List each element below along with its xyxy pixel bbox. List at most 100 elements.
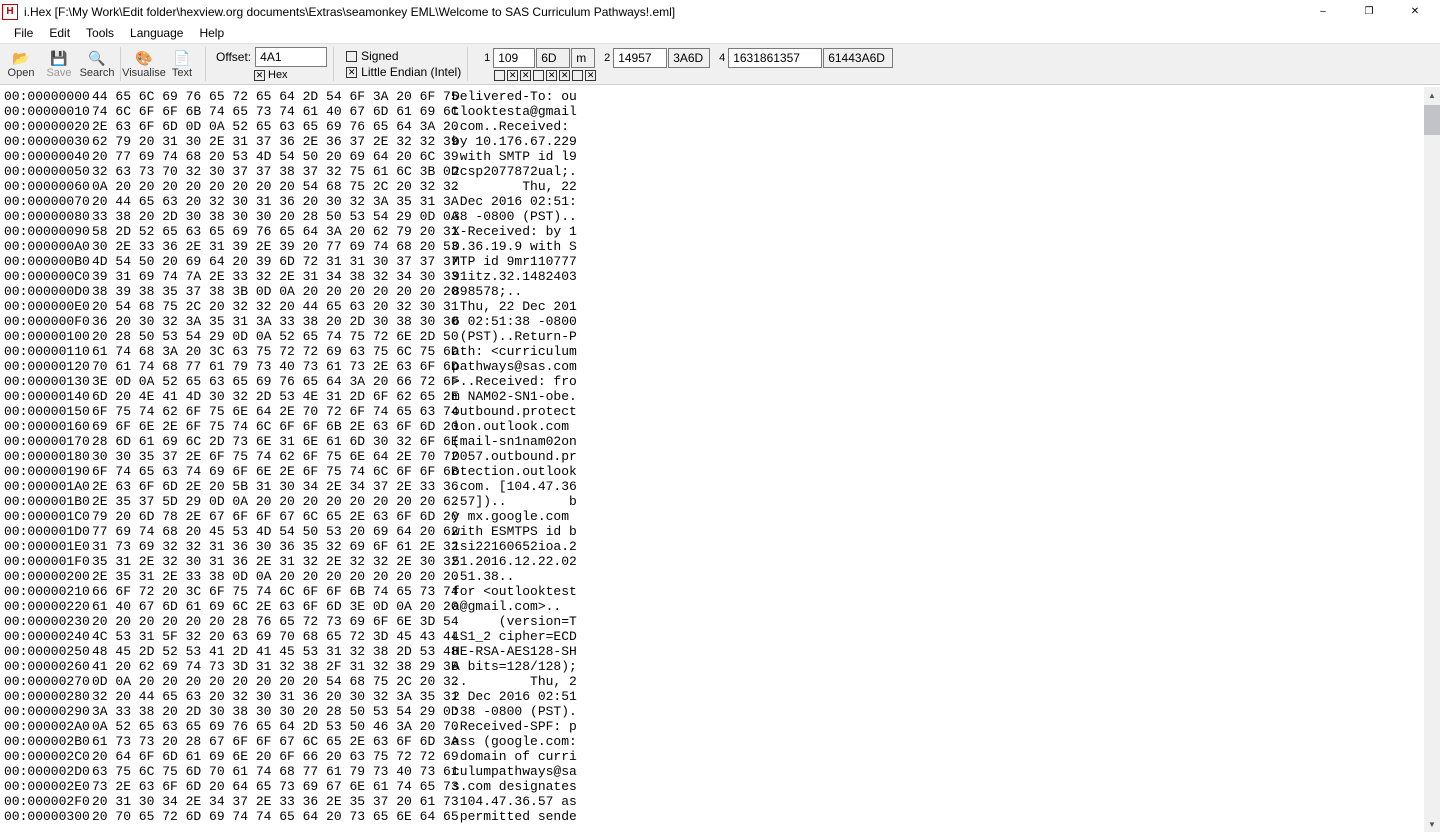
hex-bytes[interactable]: 0A 52 65 63 65 69 76 65 64 2D 53 50 46 3…: [92, 719, 440, 734]
byte1-dec[interactable]: [493, 48, 535, 68]
hex-bytes[interactable]: 63 75 6C 75 6D 70 61 74 68 77 61 79 73 4…: [92, 764, 440, 779]
hex-row[interactable]: 00:0000000044 65 6C 69 76 65 72 65 64 2D…: [4, 89, 1420, 104]
search-button[interactable]: 🔍 Search: [80, 47, 114, 81]
hex-bytes[interactable]: 20 54 68 75 2C 20 32 32 20 44 65 63 20 3…: [92, 299, 440, 314]
hex-row[interactable]: 00:000002F020 31 30 34 2E 34 37 2E 33 36…: [4, 794, 1420, 809]
hex-bytes[interactable]: 20 77 69 74 68 20 53 4D 54 50 20 69 64 2…: [92, 149, 440, 164]
byte1-char[interactable]: [571, 48, 595, 68]
hex-row[interactable]: 00:0000010020 28 50 53 54 29 0D 0A 52 65…: [4, 329, 1420, 344]
hex-row[interactable]: 00:0000028032 20 44 65 63 20 32 30 31 36…: [4, 689, 1420, 704]
hex-row[interactable]: 00:000002700D 0A 20 20 20 20 20 20 20 20…: [4, 674, 1420, 689]
hex-bytes[interactable]: 31 73 69 32 32 31 36 30 36 35 32 69 6F 6…: [92, 539, 440, 554]
hex-row[interactable]: 00:000002C020 64 6F 6D 61 69 6E 20 6F 66…: [4, 749, 1420, 764]
ascii-text[interactable]: MTP id 9mr110777: [452, 254, 577, 269]
hex-row[interactable]: 00:000001406D 20 4E 41 4D 30 32 2D 53 4E…: [4, 389, 1420, 404]
ascii-text[interactable]: permitted sende: [452, 809, 577, 824]
hex-row[interactable]: 00:0000025048 45 2D 52 53 41 2D 41 45 53…: [4, 644, 1420, 659]
byte4-hex[interactable]: [823, 48, 893, 68]
hex-bytes[interactable]: 2E 63 6F 6D 2E 20 5B 31 30 34 2E 34 37 2…: [92, 479, 440, 494]
ascii-text[interactable]: domain of curri: [452, 749, 577, 764]
hex-bytes[interactable]: 30 2E 33 36 2E 31 39 2E 39 20 77 69 74 6…: [92, 239, 440, 254]
scroll-thumb[interactable]: [1424, 105, 1440, 135]
scroll-down-icon[interactable]: ▼: [1424, 816, 1440, 832]
ascii-text[interactable]: (mail-sn1nam02on: [452, 434, 577, 449]
ascii-text[interactable]: . Thu, 22: [452, 179, 577, 194]
ascii-text[interactable]: Delivered-To: ou: [452, 89, 577, 104]
bit-checkbox-2[interactable]: ✕: [520, 70, 531, 81]
ascii-text[interactable]: 38 -0800 (PST)..: [452, 209, 577, 224]
hex-view[interactable]: 00:0000000044 65 6C 69 76 65 72 65 64 2D…: [0, 87, 1424, 832]
ascii-text[interactable]: ion.outlook.com: [452, 419, 577, 434]
hex-bytes[interactable]: 20 20 20 20 20 20 28 76 65 72 73 69 6F 6…: [92, 614, 440, 629]
scroll-up-icon[interactable]: ▲: [1424, 87, 1440, 103]
hex-bytes[interactable]: 2E 63 6F 6D 0D 0A 52 65 63 65 69 76 65 6…: [92, 119, 440, 134]
little-endian-checkbox[interactable]: ✕: [346, 67, 357, 78]
hex-bytes[interactable]: 33 38 20 2D 30 38 30 30 20 28 50 53 54 2…: [92, 209, 440, 224]
ascii-text[interactable]: LS1_2 cipher=ECD: [452, 629, 577, 644]
hex-row[interactable]: 00:0000017028 6D 61 69 6C 2D 73 6E 31 6E…: [4, 434, 1420, 449]
bit-checkbox-4[interactable]: ✕: [546, 70, 557, 81]
hex-row[interactable]: 00:000000202E 63 6F 6D 0D 0A 52 65 63 65…: [4, 119, 1420, 134]
offset-input[interactable]: [255, 47, 327, 67]
hex-row[interactable]: 00:000001A02E 63 6F 6D 2E 20 5B 31 30 34…: [4, 479, 1420, 494]
ascii-text[interactable]: outbound.protect: [452, 404, 577, 419]
ascii-text[interactable]: 51.2016.12.22.02: [452, 554, 577, 569]
ascii-text[interactable]: HE-RSA-AES128-SH: [452, 644, 577, 659]
ascii-text[interactable]: otection.outlook: [452, 464, 577, 479]
hex-row[interactable]: 00:000002D063 75 6C 75 6D 70 61 74 68 77…: [4, 764, 1420, 779]
ascii-text[interactable]: with SMTP id l9: [452, 149, 577, 164]
byte4-dec[interactable]: [728, 48, 822, 68]
hex-bytes[interactable]: 79 20 6D 78 2E 67 6F 6F 67 6C 65 2E 63 6…: [92, 509, 440, 524]
bit-checkbox-5[interactable]: ✕: [559, 70, 570, 81]
bit-checkbox-1[interactable]: ✕: [507, 70, 518, 81]
ascii-text[interactable]: 1si22160652ioa.2: [452, 539, 577, 554]
hex-row[interactable]: 00:000000B04D 54 50 20 69 64 20 39 6D 72…: [4, 254, 1420, 269]
hex-bytes[interactable]: 32 20 44 65 63 20 32 30 31 36 20 30 32 3…: [92, 689, 440, 704]
hex-bytes[interactable]: 44 65 6C 69 76 65 72 65 64 2D 54 6F 3A 2…: [92, 89, 440, 104]
ascii-text[interactable]: Thu, 22 Dec 201: [452, 299, 577, 314]
hex-row[interactable]: 00:000002A00A 52 65 63 65 69 76 65 64 2D…: [4, 719, 1420, 734]
hex-row[interactable]: 00:0000003062 79 20 31 30 2E 31 37 36 2E…: [4, 134, 1420, 149]
ascii-text[interactable]: ath: <curriculum: [452, 344, 577, 359]
hex-row[interactable]: 00:000001D077 69 74 68 20 45 53 4D 54 50…: [4, 524, 1420, 539]
ascii-text[interactable]: .51.38..: [452, 569, 577, 584]
hex-bytes[interactable]: 4D 54 50 20 69 64 20 39 6D 72 31 31 30 3…: [92, 254, 440, 269]
menu-language[interactable]: Language: [122, 24, 191, 42]
hex-row[interactable]: 00:000000D038 39 38 35 37 38 3B 0D 0A 20…: [4, 284, 1420, 299]
hex-bytes[interactable]: 30 30 35 37 2E 6F 75 74 62 6F 75 6E 64 2…: [92, 449, 440, 464]
hex-bytes[interactable]: 70 61 74 68 77 61 79 73 40 73 61 73 2E 6…: [92, 359, 440, 374]
hex-row[interactable]: 00:0000011061 74 68 3A 20 3C 63 75 72 72…: [4, 344, 1420, 359]
ascii-text[interactable]: ass (google.com:: [452, 734, 577, 749]
hex-row[interactable]: 00:000001E031 73 69 32 32 31 36 30 36 35…: [4, 539, 1420, 554]
hex-row[interactable]: 00:0000004020 77 69 74 68 20 53 4D 54 50…: [4, 149, 1420, 164]
hex-row[interactable]: 00:000000C039 31 69 74 7A 2E 33 32 2E 31…: [4, 269, 1420, 284]
hex-bytes[interactable]: 77 69 74 68 20 45 53 4D 54 50 53 20 69 6…: [92, 524, 440, 539]
hex-row[interactable]: 00:0000030020 70 65 72 6D 69 74 74 65 64…: [4, 809, 1420, 824]
hex-row[interactable]: 00:0000005032 63 73 70 32 30 37 37 38 37…: [4, 164, 1420, 179]
byte2-hex[interactable]: [668, 48, 710, 68]
scrollbar[interactable]: ▲ ▼: [1424, 87, 1440, 832]
hex-row[interactable]: 00:000002E073 2E 63 6F 6D 20 64 65 73 69…: [4, 779, 1420, 794]
ascii-text[interactable]: 6 02:51:38 -0800: [452, 314, 577, 329]
maximize-button[interactable]: ❐: [1346, 0, 1392, 23]
hex-row[interactable]: 00:0000023020 20 20 20 20 20 28 76 65 72…: [4, 614, 1420, 629]
hex-bytes[interactable]: 41 20 62 69 74 73 3D 31 32 38 2F 31 32 3…: [92, 659, 440, 674]
ascii-text[interactable]: with ESMTPS id b: [452, 524, 577, 539]
hex-row[interactable]: 00:000000600A 20 20 20 20 20 20 20 20 54…: [4, 179, 1420, 194]
hex-bytes[interactable]: 66 6F 72 20 3C 6F 75 74 6C 6F 6F 6B 74 6…: [92, 584, 440, 599]
bit-checkbox-0[interactable]: [494, 70, 505, 81]
ascii-text[interactable]: 104.47.36.57 as: [452, 794, 577, 809]
hex-row[interactable]: 00:000001506F 75 74 62 6F 75 6E 64 2E 70…: [4, 404, 1420, 419]
hex-row[interactable]: 00:0000009058 2D 52 65 63 65 69 76 65 64…: [4, 224, 1420, 239]
ascii-text[interactable]: .com. [104.47.36: [452, 479, 577, 494]
hex-bytes[interactable]: 0A 20 20 20 20 20 20 20 20 54 68 75 2C 2…: [92, 179, 440, 194]
hex-bytes[interactable]: 73 2E 63 6F 6D 20 64 65 73 69 67 6E 61 7…: [92, 779, 440, 794]
hex-bytes[interactable]: 6F 74 65 63 74 69 6F 6E 2E 6F 75 74 6C 6…: [92, 464, 440, 479]
ascii-text[interactable]: (PST)..Return-P: [452, 329, 577, 344]
ascii-text[interactable]: tlooktesta@gmail: [452, 104, 577, 119]
hex-bytes[interactable]: 48 45 2D 52 53 41 2D 41 45 53 31 32 38 2…: [92, 644, 440, 659]
hex-checkbox[interactable]: ✕: [254, 70, 265, 81]
ascii-text[interactable]: 898578;..: [452, 284, 577, 299]
hex-row[interactable]: 00:0000022061 40 67 6D 61 69 6C 2E 63 6F…: [4, 599, 1420, 614]
ascii-text[interactable]: by 10.176.67.229: [452, 134, 577, 149]
